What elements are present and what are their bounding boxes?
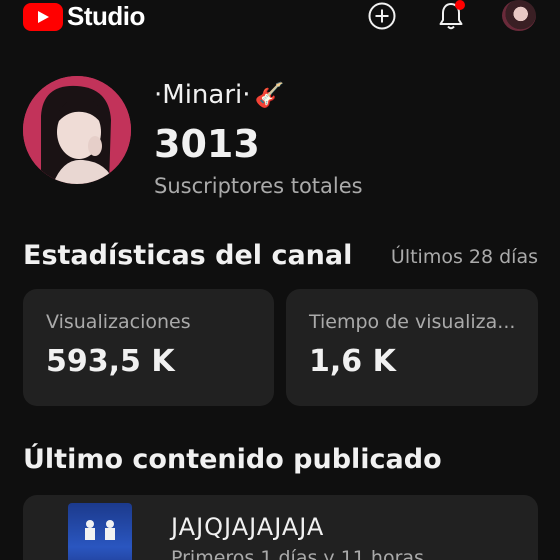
youtube-studio-logo[interactable]: Studio [23,1,145,32]
video-thumbnail[interactable] [68,503,132,560]
channel-avatar[interactable] [23,76,131,184]
latest-content-title: Último contenido publicado [23,444,442,475]
watch-time-value: 1,6 K [309,344,396,379]
subscriber-count: 3013 [154,122,260,166]
views-label: Visualizaciones [46,311,191,333]
guitar-emoji: 🎸 [254,81,285,109]
create-icon[interactable] [365,0,399,32]
top-bar: Studio [0,0,560,32]
watch-time-label: Tiempo de visualiza... [309,311,516,333]
views-value: 593,5 K [46,344,175,379]
notification-dot [455,0,465,10]
latest-video-card[interactable]: JAJQJAJAJAJA Primeros 1 días y 11 horas [23,495,538,560]
channel-name-text: ·Minari· [154,80,251,110]
youtube-logo-icon [23,2,63,31]
subscriber-label: Suscriptores totales [154,174,363,198]
watch-time-card[interactable]: Tiempo de visualiza... 1,6 K [286,289,538,406]
stats-title: Estadísticas del canal [23,240,353,271]
channel-name: ·Minari· 🎸 [154,80,284,110]
video-subtitle: Primeros 1 días y 11 horas [171,547,424,560]
app-name: Studio [67,1,145,31]
account-avatar[interactable] [502,0,536,31]
views-card[interactable]: Visualizaciones 593,5 K [23,289,274,406]
video-title: JAJQJAJAJAJA [171,513,325,541]
thumbnail-figures-icon [85,520,115,540]
stats-period: Últimos 28 días [390,246,538,268]
